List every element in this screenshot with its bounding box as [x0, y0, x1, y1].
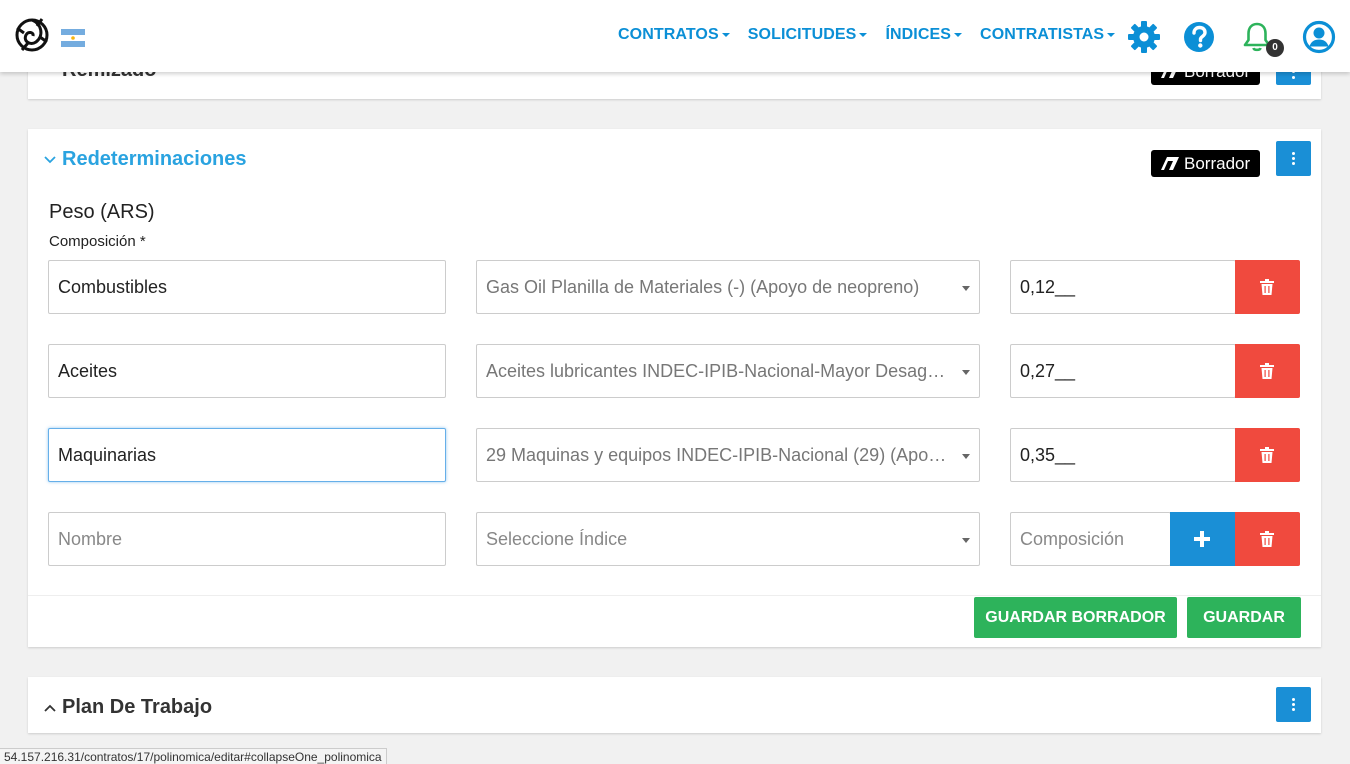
delete-row-button[interactable]	[1235, 428, 1300, 482]
eraser-icon	[1161, 157, 1179, 170]
main-nav: CONTRATOS SOLICITUDES ÍNDICES CONTRATIST…	[618, 26, 1116, 44]
section-card-plan-de-trabajo: Plan De Trabajo	[28, 677, 1321, 733]
section-menu-button[interactable]	[1276, 141, 1311, 176]
nav-solicitudes[interactable]: SOLICITUDES	[748, 26, 868, 44]
nav-contratistas[interactable]: CONTRATISTAS	[980, 26, 1116, 44]
index-select[interactable]: Gas Oil Planilla de Materiales (-) (Apoy…	[476, 260, 980, 314]
chevron-down-icon	[962, 454, 970, 459]
new-index-select[interactable]: Seleccione Índice	[476, 512, 980, 566]
index-select[interactable]: Aceites lubricantes INDEC-IPIB-Nacional-…	[476, 344, 980, 398]
chevron-up-icon	[44, 704, 56, 712]
composition-label: Composición *	[49, 233, 146, 250]
delete-row-button[interactable]	[1235, 512, 1300, 566]
trash-icon	[1260, 531, 1274, 547]
chevron-down-icon	[954, 32, 963, 37]
nav-indices[interactable]: ÍNDICES	[885, 26, 963, 44]
delete-row-button[interactable]	[1235, 260, 1300, 314]
plus-icon	[1194, 531, 1210, 547]
section-menu-button[interactable]	[1276, 687, 1311, 722]
component-name-input[interactable]: Combustibles	[48, 260, 446, 314]
help-icon[interactable]	[1182, 20, 1216, 54]
chevron-down-icon	[721, 32, 730, 37]
section-title-plan-de-trabajo[interactable]: Plan De Trabajo	[44, 696, 212, 719]
trash-icon	[1260, 279, 1274, 295]
composition-input[interactable]: 0,12__	[1010, 260, 1236, 314]
app-logo[interactable]	[14, 16, 50, 54]
composition-input[interactable]: 0,27__	[1010, 344, 1236, 398]
top-navbar: CONTRATOS SOLICITUDES ÍNDICES CONTRATIST…	[0, 0, 1350, 72]
chevron-down-icon	[1107, 32, 1116, 37]
chevron-down-icon	[44, 156, 56, 163]
trash-icon	[1260, 447, 1274, 463]
composition-input[interactable]: 0,35__	[1010, 428, 1236, 482]
section-card-redeterminaciones: Redeterminaciones Borrador Peso (ARS) Co…	[28, 129, 1321, 647]
chevron-down-icon	[962, 370, 970, 375]
component-name-input[interactable]: Maquinarias	[48, 428, 446, 482]
index-select[interactable]: 29 Maquinas y equipos INDEC-IPIB-Naciona…	[476, 428, 980, 482]
new-composition-input[interactable]: Composición	[1010, 512, 1171, 566]
status-badge-borrador: Borrador	[1151, 150, 1261, 177]
new-name-input[interactable]: Nombre	[48, 512, 446, 566]
argentina-flag-icon	[61, 29, 85, 47]
nav-contratos[interactable]: CONTRATOS	[618, 26, 730, 44]
browser-status-url: 54.157.216.31/contratos/17/polinomica/ed…	[0, 748, 387, 764]
currency-label: Peso (ARS)	[49, 201, 155, 223]
notification-count-badge: 0	[1266, 39, 1284, 57]
user-avatar-icon[interactable]	[1302, 20, 1336, 54]
delete-row-button[interactable]	[1235, 344, 1300, 398]
add-row-button[interactable]	[1170, 512, 1235, 566]
trash-icon	[1260, 363, 1274, 379]
divider	[28, 595, 1321, 596]
save-draft-button[interactable]: GUARDAR BORRADOR	[974, 597, 1177, 638]
chevron-down-icon	[859, 32, 868, 37]
section-title-redeterminaciones[interactable]: Redeterminaciones	[44, 148, 247, 171]
chevron-down-icon	[962, 538, 970, 543]
component-name-input[interactable]: Aceites	[48, 344, 446, 398]
save-button[interactable]: GUARDAR	[1187, 597, 1301, 638]
chevron-down-icon	[962, 286, 970, 291]
status-badge-label: Borrador	[1184, 154, 1251, 173]
gear-icon[interactable]	[1127, 20, 1161, 54]
